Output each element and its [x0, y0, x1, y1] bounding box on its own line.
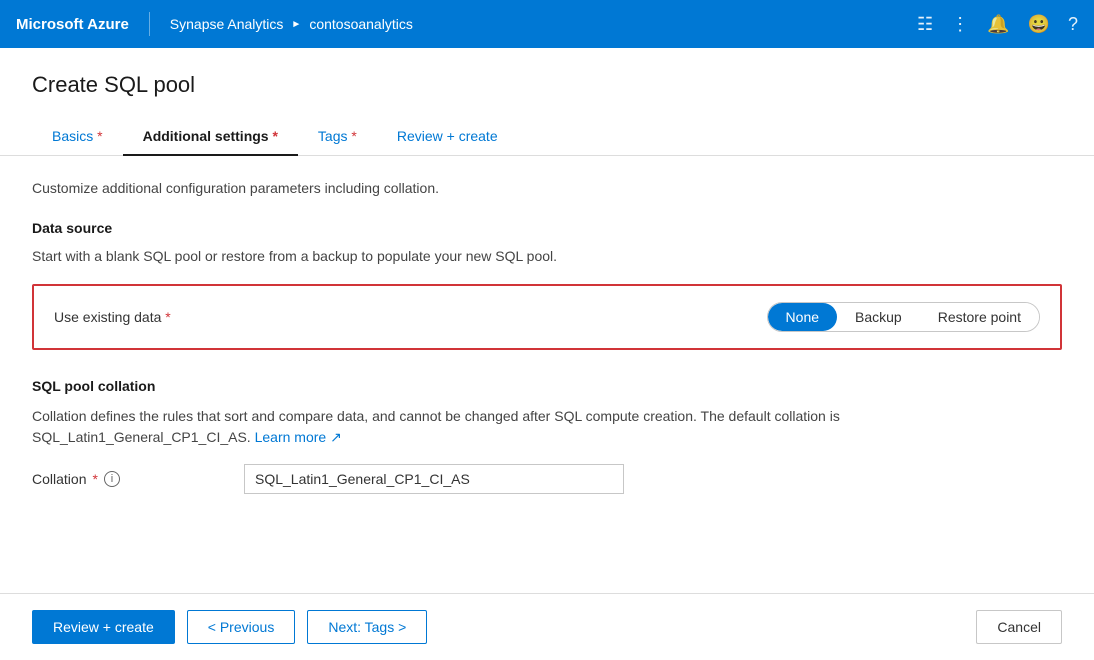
tab-basics[interactable]: Basics * — [32, 118, 123, 156]
tab-tags-required: * — [351, 128, 356, 144]
topbar-icons: ☷ ⋮ 🔔 😀 ? — [917, 14, 1078, 35]
collation-info-icon[interactable]: i — [104, 471, 120, 487]
collation-label: Collation * i — [32, 471, 232, 487]
face-icon[interactable]: 😀 — [1028, 14, 1050, 35]
data-source-description: Start with a blank SQL pool or restore f… — [32, 248, 1062, 264]
tab-review-create-label: Review + create — [397, 128, 498, 144]
tab-additional-settings-required: * — [272, 128, 277, 144]
breadcrumb-chevron: ► — [291, 19, 301, 30]
use-existing-data-row: Use existing data * None Backup Restore … — [32, 284, 1062, 350]
tabs: Basics * Additional settings * Tags * Re… — [0, 118, 1094, 156]
data-source-title: Data source — [32, 220, 1062, 236]
use-existing-label: Use existing data * — [54, 309, 254, 325]
review-create-button[interactable]: Review + create — [32, 610, 175, 644]
collation-description: Collation defines the rules that sort an… — [32, 406, 1062, 448]
tab-tags-label: Tags — [318, 128, 348, 144]
tab-review-create[interactable]: Review + create — [377, 118, 518, 156]
help-icon[interactable]: ? — [1068, 14, 1078, 35]
topbar: Microsoft Azure Synapse Analytics ► cont… — [0, 0, 1094, 48]
breadcrumb: Synapse Analytics ► contosoanalytics — [170, 16, 413, 32]
previous-button[interactable]: < Previous — [187, 610, 296, 644]
form-area: Customize additional configuration param… — [0, 156, 1094, 518]
use-existing-toggle-group[interactable]: None Backup Restore point — [767, 302, 1040, 332]
toggle-backup[interactable]: Backup — [837, 303, 920, 331]
form-description: Customize additional configuration param… — [32, 180, 1062, 196]
use-existing-required: * — [165, 309, 170, 325]
brand-name: Microsoft Azure — [16, 16, 129, 33]
toggle-none[interactable]: None — [768, 303, 837, 331]
topbar-divider — [149, 12, 150, 36]
collation-row: Collation * i — [32, 464, 1062, 494]
learn-more-link[interactable]: Learn more ↗ — [255, 429, 342, 445]
collation-required: * — [92, 471, 97, 487]
footer: Review + create < Previous Next: Tags > … — [0, 593, 1094, 660]
tab-basics-required: * — [97, 128, 102, 144]
portal-icon[interactable]: ☷ — [917, 14, 933, 35]
page-header: Create SQL pool — [0, 48, 1094, 98]
tab-tags[interactable]: Tags * — [298, 118, 377, 156]
collation-title: SQL pool collation — [32, 378, 1062, 394]
breadcrumb-workspace[interactable]: contosoanalytics — [309, 16, 413, 32]
page-title: Create SQL pool — [32, 72, 1062, 98]
cancel-button[interactable]: Cancel — [976, 610, 1062, 644]
collation-input[interactable] — [244, 464, 624, 494]
next-tags-button[interactable]: Next: Tags > — [307, 610, 427, 644]
breadcrumb-synapse[interactable]: Synapse Analytics — [170, 16, 284, 32]
data-source-section: Data source Start with a blank SQL pool … — [32, 220, 1062, 350]
grid-icon[interactable]: ⋮ — [951, 14, 969, 35]
bell-icon[interactable]: 🔔 — [987, 14, 1009, 35]
collation-section: SQL pool collation Collation defines the… — [32, 378, 1062, 494]
page-wrapper: Create SQL pool Basics * Additional sett… — [0, 48, 1094, 660]
tab-additional-settings-label: Additional settings — [143, 128, 269, 144]
tab-additional-settings[interactable]: Additional settings * — [123, 118, 298, 156]
tab-basics-label: Basics — [52, 128, 93, 144]
toggle-restore-point[interactable]: Restore point — [920, 303, 1039, 331]
